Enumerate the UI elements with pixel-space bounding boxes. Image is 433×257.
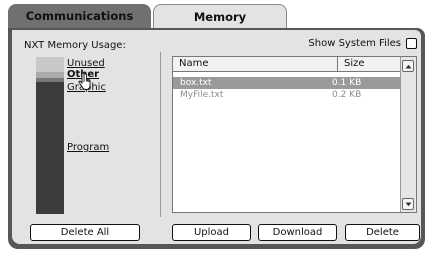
memory-segment-unused	[36, 57, 64, 72]
column-header-size[interactable]: Size	[338, 57, 401, 72]
delete-button[interactable]: Delete	[345, 224, 420, 241]
file-name: MyFile.txt	[180, 90, 224, 100]
scroll-up-arrow-icon	[405, 64, 411, 68]
file-row[interactable]: box.txt 0.1 KB	[173, 77, 401, 89]
memory-usage-title: NXT Memory Usage:	[24, 40, 126, 51]
memory-usage-bar	[36, 57, 64, 214]
show-system-files-label: Show System Files	[308, 38, 401, 49]
scroll-down-button[interactable]	[402, 198, 414, 210]
memory-category-unused[interactable]: Unused	[67, 58, 105, 69]
file-size: 0.1 KB	[332, 78, 362, 88]
delete-all-button[interactable]: Delete All	[30, 224, 140, 241]
file-name: box.txt	[180, 78, 212, 88]
hand-cursor-icon	[78, 73, 91, 90]
memory-category-program[interactable]: Program	[67, 142, 109, 153]
file-row[interactable]: MyFile.txt 0.2 KB	[173, 89, 401, 101]
section-divider	[160, 52, 161, 217]
file-size: 0.2 KB	[332, 90, 362, 100]
memory-segment-graphic	[36, 78, 64, 82]
tab-memory[interactable]: Memory	[153, 4, 287, 28]
show-system-files-checkbox[interactable]	[406, 38, 417, 49]
vertical-scrollbar[interactable]	[400, 57, 416, 212]
column-header-name[interactable]: Name	[173, 57, 338, 72]
download-button[interactable]: Download	[258, 224, 337, 241]
upload-button[interactable]: Upload	[172, 224, 251, 241]
file-list[interactable]: Name Size box.txt 0.1 KB MyFile.txt 0.2 …	[172, 56, 417, 213]
scroll-down-arrow-icon	[405, 202, 411, 206]
tab-communications[interactable]: Communications	[8, 4, 151, 28]
scroll-up-button[interactable]	[402, 60, 414, 72]
